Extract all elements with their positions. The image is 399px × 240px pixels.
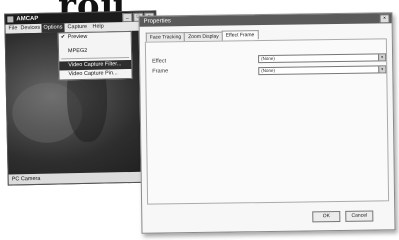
dialog-close-button[interactable]: × [379, 14, 390, 24]
menu-separator [61, 57, 130, 60]
dialog-titlebar[interactable]: Properties [139, 13, 392, 27]
properties-dialog: Properties × Face Tracking Zoom Display … [138, 12, 396, 234]
menu-item-label: Video Capture Filter... [68, 61, 122, 69]
menu-item-mpeg2[interactable]: MPEG2 [59, 46, 131, 57]
menu-item-video-capture-pin[interactable]: Video Capture Pin... [59, 69, 131, 80]
dialog-title: Properties [143, 18, 171, 25]
cancel-button[interactable]: Cancel [345, 210, 374, 222]
menu-item-label: Preview [67, 33, 88, 41]
menu-help[interactable]: Help [90, 22, 105, 31]
menu-item-label: MPEG2 [67, 47, 88, 55]
amcap-window: AMCAP _ □ × File Devices Options Capture… [4, 10, 160, 186]
effect-dropdown[interactable]: (None) ▾ [258, 53, 387, 64]
frame-value: (None) [261, 67, 276, 74]
effect-value: (None) [261, 55, 275, 62]
chevron-down-icon: ▾ [378, 54, 386, 61]
checkmark-icon: ✔ [60, 34, 66, 41]
amcap-statusbar: PC Camera [8, 171, 159, 185]
menu-item-label: Video Capture Pin... [68, 70, 118, 78]
tab-effect-frame[interactable]: Effect Frame [221, 30, 259, 40]
amcap-title: AMCAP [16, 15, 39, 23]
options-dropdown-menu: ✔ Preview MPEG2 Video Capture Filter... … [57, 30, 133, 81]
status-device-name: PC Camera [11, 175, 41, 183]
chevron-down-icon: ▾ [378, 66, 386, 73]
camera-app-icon [7, 16, 14, 23]
menu-item-preview[interactable]: ✔ Preview [59, 32, 131, 43]
minimize-button[interactable]: _ [122, 12, 133, 23]
effect-label: Effect [152, 58, 167, 65]
tab-panel: Effect (None) ▾ Frame (None) ▾ [144, 38, 390, 205]
frame-label: Frame [152, 68, 169, 75]
ok-button[interactable]: OK [312, 210, 341, 223]
frame-dropdown[interactable]: (None) ▾ [258, 65, 387, 76]
